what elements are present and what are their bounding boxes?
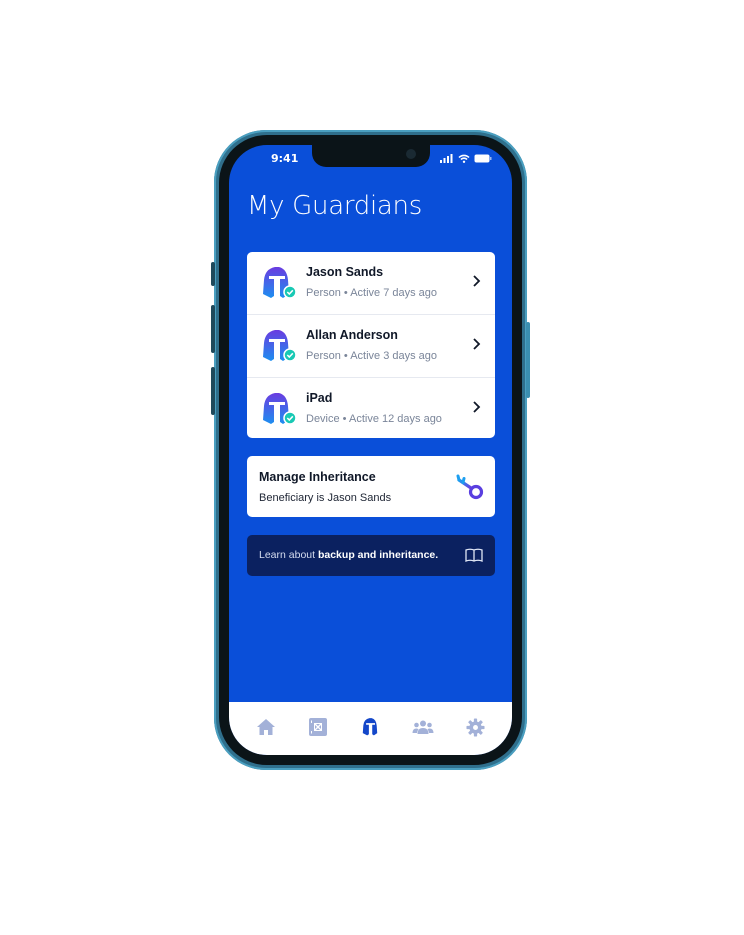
guardian-subtitle: Person • Active 3 days ago: [306, 350, 438, 362]
vault-icon: [309, 718, 327, 736]
learn-link[interactable]: backup and inheritance.: [318, 549, 438, 561]
learn-backup-banner[interactable]: Learn about backup and inheritance.: [247, 535, 495, 576]
guardian-subtitle: Person • Active 7 days ago: [306, 287, 438, 299]
key-icon: [456, 474, 484, 500]
home-icon: [257, 719, 275, 735]
tab-home[interactable]: [255, 716, 277, 738]
power-button: [526, 322, 530, 398]
app-screen: 9:41 My Guardians Jason Sands Person • A…: [229, 145, 512, 755]
guardian-helmet-icon: [263, 393, 297, 425]
inheritance-subtitle: Beneficiary is Jason Sands: [259, 492, 392, 504]
page-title: My Guardians: [247, 191, 422, 221]
guardian-helmet-icon: [263, 267, 297, 299]
chevron-right-icon: [473, 338, 481, 350]
guardian-row[interactable]: Allan Anderson Person • Active 3 days ag…: [247, 315, 495, 378]
tab-vault[interactable]: [307, 716, 329, 738]
book-icon: [465, 548, 483, 562]
gear-icon: [465, 717, 485, 737]
helmet-icon: [362, 718, 378, 736]
notch: [312, 145, 430, 167]
guardian-name: Jason Sands: [306, 265, 384, 279]
tab-settings[interactable]: [464, 716, 486, 738]
manage-inheritance-card[interactable]: Manage Inheritance Beneficiary is Jason …: [247, 456, 495, 517]
guardian-helmet-icon: [263, 330, 297, 362]
tab-guardians[interactable]: [359, 716, 381, 738]
battery-icon: [474, 154, 492, 163]
status-icons: [440, 154, 492, 163]
signal-icon: [440, 154, 453, 163]
guardian-subtitle: Device • Active 12 days ago: [306, 413, 442, 425]
guardian-name: iPad: [306, 391, 333, 405]
wifi-icon: [458, 154, 470, 163]
status-time: 9:41: [271, 152, 299, 165]
guardian-row[interactable]: iPad Device • Active 12 days ago: [247, 378, 495, 440]
people-icon: [412, 720, 434, 734]
learn-text: Learn about backup and inheritance.: [259, 549, 438, 561]
volume-up-button: [211, 305, 215, 353]
volume-down-button: [211, 367, 215, 415]
tab-contacts[interactable]: [412, 716, 434, 738]
inheritance-title: Manage Inheritance: [259, 470, 376, 484]
tab-bar: [229, 702, 512, 755]
front-camera: [406, 149, 416, 159]
guardian-row[interactable]: Jason Sands Person • Active 7 days ago: [247, 252, 495, 315]
learn-prefix: Learn about: [259, 549, 318, 561]
chevron-right-icon: [473, 275, 481, 287]
chevron-right-icon: [473, 401, 481, 413]
guardian-name: Allan Anderson: [306, 328, 398, 342]
guardians-list: Jason Sands Person • Active 7 days ago A…: [247, 252, 495, 438]
mute-switch: [211, 262, 215, 286]
